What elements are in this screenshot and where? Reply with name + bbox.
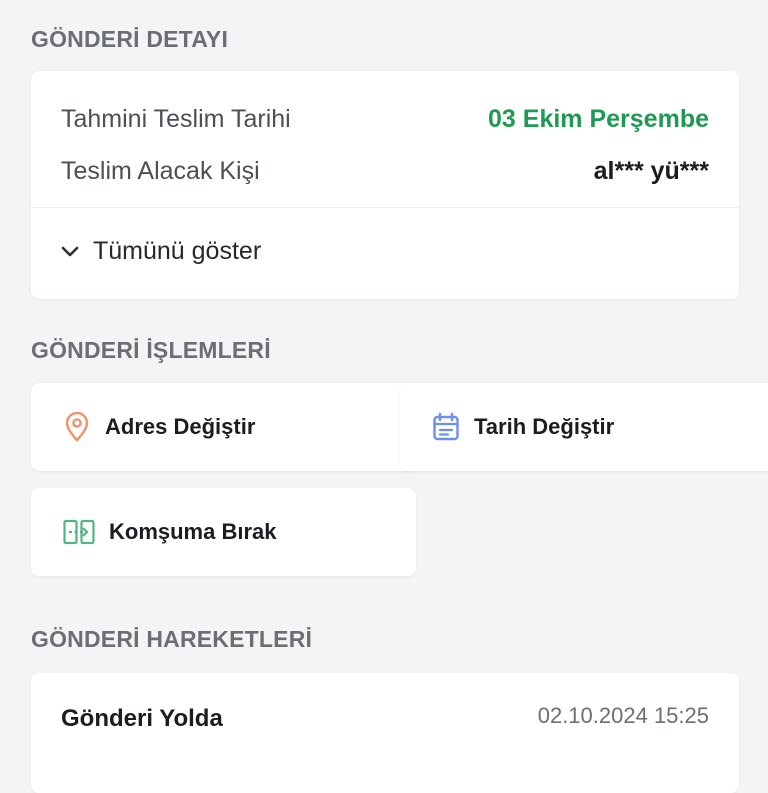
leave-with-neighbor-label: Komşuma Bırak — [109, 519, 277, 544]
detail-row-recipient: Teslim Alacak Kişi al*** yü*** — [61, 157, 709, 186]
detail-divider — [31, 207, 739, 208]
detail-row-delivery-date: Tahmini Teslim Tarihi 03 Ekim Perşembe — [61, 105, 709, 134]
recipient-label: Teslim Alacak Kişi — [61, 157, 260, 185]
change-address-button[interactable]: Adres Değiştir — [31, 383, 416, 471]
section-title-movements: GÖNDERİ HAREKETLERİ — [31, 626, 313, 652]
section-title-detail: GÖNDERİ DETAYI — [31, 26, 229, 52]
change-date-button[interactable]: Tarih Değiştir — [400, 383, 768, 471]
movement-status: Gönderi Yolda — [61, 705, 223, 732]
recipient-value: al*** yü*** — [593, 157, 709, 185]
detail-card: Tahmini Teslim Tarihi 03 Ekim Perşembe T… — [31, 71, 739, 299]
change-date-label: Tarih Değiştir — [474, 414, 615, 439]
calendar-icon — [432, 412, 460, 442]
movement-card: Gönderi Yolda 02.10.2024 15:25 — [31, 673, 739, 793]
section-title-actions: GÖNDERİ İŞLEMLERİ — [31, 337, 271, 363]
leave-with-neighbor-button[interactable]: Komşuma Bırak — [31, 488, 416, 576]
change-address-label: Adres Değiştir — [105, 414, 256, 439]
show-all-button[interactable]: Tümünü göster — [61, 237, 261, 266]
chevron-down-icon — [61, 243, 79, 261]
movement-timestamp: 02.10.2024 15:25 — [537, 703, 709, 728]
delivery-date-value: 03 Ekim Perşembe — [488, 105, 709, 133]
show-all-label: Tümünü göster — [93, 237, 262, 265]
transfer-icon — [63, 519, 95, 545]
location-pin-icon — [63, 412, 91, 442]
delivery-date-label: Tahmini Teslim Tarihi — [61, 105, 291, 133]
